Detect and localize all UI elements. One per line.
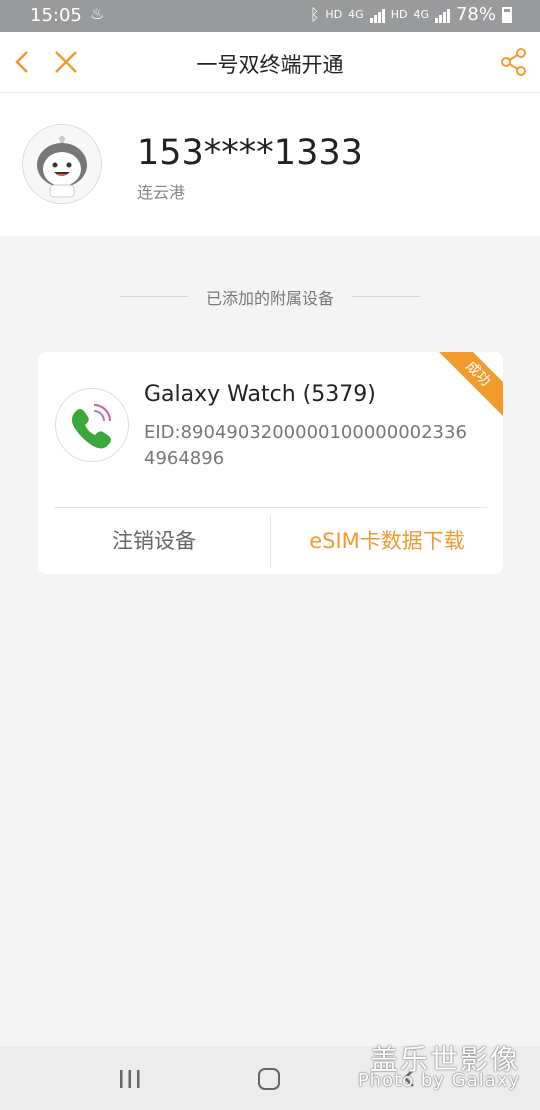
- recent-apps-icon[interactable]: [118, 1068, 142, 1090]
- device-eid: EID:8904903200000100000002336 4964896: [144, 422, 467, 469]
- battery-percent: 78%: [455, 4, 496, 25]
- section-title: 已添加的附属设备: [205, 289, 334, 308]
- signal-icon-1: [369, 7, 385, 23]
- phone-call-icon: [71, 404, 111, 449]
- device-name: Galaxy Watch (5379): [144, 382, 376, 407]
- device-card: 成功 Galaxy Watch (5379) EID:8904903200000…: [38, 352, 503, 574]
- divider-right: [352, 296, 420, 297]
- signal-icon-2: [434, 7, 450, 23]
- deregister-device-button[interactable]: 注销设备: [38, 508, 270, 574]
- status-time: 15:05: [30, 5, 82, 26]
- page-title: 一号双终端开通: [196, 53, 344, 77]
- city-label: 连云港: [137, 183, 186, 202]
- network-label-2: 4G: [413, 8, 429, 21]
- status-icons: ᛒ HD 4G HD 4G 78%: [310, 4, 512, 25]
- phone-number: 153****1333: [137, 133, 363, 173]
- avatar: [22, 124, 102, 204]
- home-icon[interactable]: [258, 1068, 280, 1090]
- battery-icon: [502, 6, 512, 23]
- share-icon[interactable]: [498, 46, 530, 78]
- profile-card: 153****1333 连云港: [0, 93, 540, 236]
- network-label-1: 4G: [348, 8, 364, 21]
- usb-icon: ♨: [90, 4, 105, 23]
- device-icon: [55, 388, 129, 462]
- bluetooth-icon: ᛒ: [309, 5, 320, 24]
- status-bar: 15:05 ♨ ᛒ HD 4G HD 4G 78%: [0, 0, 540, 32]
- hd-label-1: HD: [325, 8, 343, 21]
- success-badge: 成功: [430, 352, 503, 422]
- title-bar: 一号双终端开通: [0, 32, 540, 93]
- hd-label-2: HD: [390, 8, 408, 21]
- watermark-subtitle: Photo by Galaxy: [357, 1070, 520, 1091]
- robot-avatar-icon: [37, 136, 87, 198]
- esim-download-button[interactable]: eSIM卡数据下载: [271, 508, 503, 574]
